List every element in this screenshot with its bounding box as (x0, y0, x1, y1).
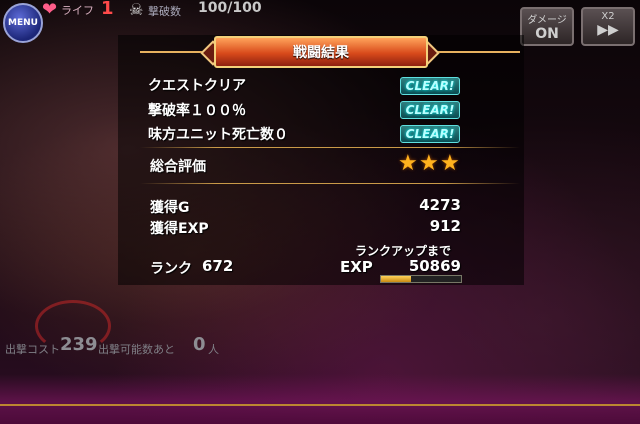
exp-progress-bar (380, 275, 462, 283)
rank-label: ランク (150, 261, 192, 277)
deploy-cost-label: 出撃コスト (5, 343, 60, 356)
menu-button[interactable]: MENU (3, 3, 43, 43)
damage-toggle-state: ON (535, 26, 559, 42)
speed-toggle-button[interactable]: X2 ▶▶ (581, 7, 635, 46)
condition-quest-clear-label: クエストクリア (148, 78, 246, 94)
exp-gained-label: 獲得EXP (150, 221, 209, 237)
kills-label: 撃破数 (148, 5, 181, 18)
deploy-remaining-label: 出撃可能数あと (98, 343, 175, 356)
condition-no-deaths-badge: CLEAR! (400, 125, 460, 143)
skull-icon: ☠ (129, 0, 144, 19)
condition-no-deaths-label: 味方ユニット死亡数０ (148, 127, 288, 143)
damage-display-toggle[interactable]: ダメージ ON (520, 7, 574, 46)
deploy-remaining-value: 0 (193, 334, 206, 355)
exp-progress-fill (381, 276, 412, 282)
exp-to-next-label: EXP (340, 258, 373, 276)
condition-quest-clear-badge: CLEAR! (400, 77, 460, 95)
title-line-right (428, 51, 520, 53)
life-value: 1 (101, 0, 114, 19)
condition-kill-rate-badge: CLEAR! (400, 101, 460, 119)
separator (140, 147, 520, 148)
exp-gained-value: 912 (429, 217, 461, 235)
bottom-divider (0, 404, 640, 406)
fast-forward-icon: ▶▶ (597, 22, 619, 38)
condition-kill-rate-label: 撃破率１００％ (148, 103, 246, 119)
deploy-cost-value: 239 (60, 334, 98, 355)
bottom-band (0, 374, 640, 424)
rank-value: 672 (202, 257, 234, 275)
damage-toggle-label: ダメージ (527, 15, 567, 26)
result-title: 戦闘結果 (214, 36, 428, 68)
gold-value: 4273 (419, 196, 461, 214)
separator (140, 183, 520, 184)
star-icon: ★ (440, 151, 460, 176)
heart-icon: ❤ (42, 0, 58, 20)
gold-label: 獲得G (150, 200, 190, 216)
kills-value: 100/100 (198, 0, 262, 16)
exp-to-next-value: 50869 (408, 257, 461, 275)
deploy-unit: 人 (208, 343, 219, 356)
overall-rating-label: 総合評価 (150, 159, 206, 175)
speed-label: X2 (601, 11, 615, 22)
battle-result-screen: MENU ❤ ライフ 1 ☠ 撃破数 100/100 ダメージ ON X2 ▶▶… (0, 0, 640, 424)
star-icon: ★ (419, 151, 439, 176)
life-label: ライフ (61, 4, 94, 17)
star-icon: ★ (398, 151, 418, 176)
